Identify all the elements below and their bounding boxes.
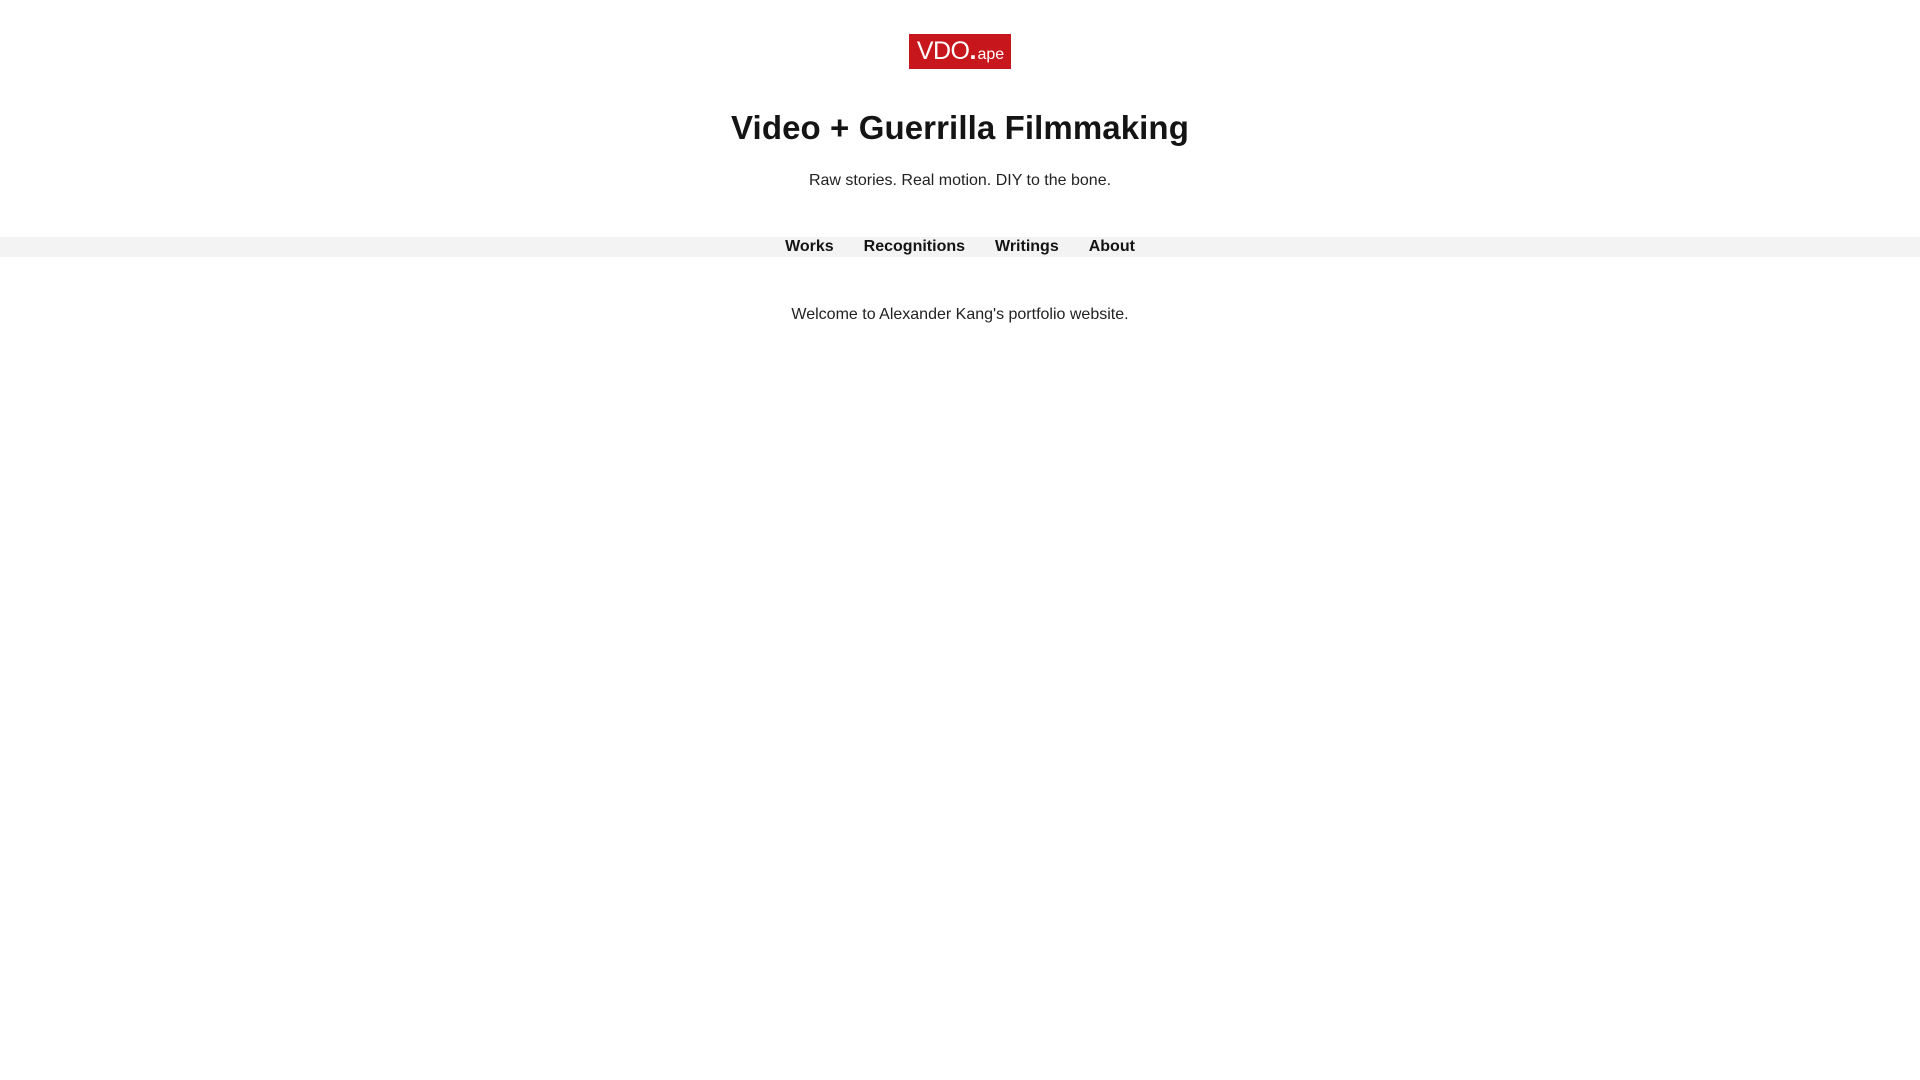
nav-item-writings[interactable]: Writings — [995, 238, 1059, 255]
logo-sub-text: ape — [977, 46, 1005, 63]
site-header: VDO. ape Video + Guerrilla Filmmaking Raw… — [0, 0, 1920, 191]
main-nav: Works Recognitions Writings About — [0, 237, 1920, 257]
site-logo[interactable]: VDO. ape — [908, 34, 1012, 69]
welcome-text: Welcome to Alexander Kang's portfolio we… — [791, 306, 1129, 323]
page: VDO. ape Video + Guerrilla Filmmaking Raw… — [0, 0, 1920, 1080]
logo-dot: . — [969, 37, 977, 65]
nav-item-recognitions[interactable]: Recognitions — [864, 238, 965, 255]
nav-list: Works Recognitions Writings About — [785, 237, 1135, 257]
site-tagline: Raw stories. Real motion. DIY to the bon… — [808, 172, 1112, 189]
nav-item-works[interactable]: Works — [785, 238, 834, 255]
logo-main-text: VDO — [916, 37, 970, 65]
nav-item-about[interactable]: About — [1089, 238, 1135, 255]
site-title: Video + Guerrilla Filmmaking — [731, 109, 1189, 146]
logo-container: VDO. ape — [0, 0, 1920, 69]
